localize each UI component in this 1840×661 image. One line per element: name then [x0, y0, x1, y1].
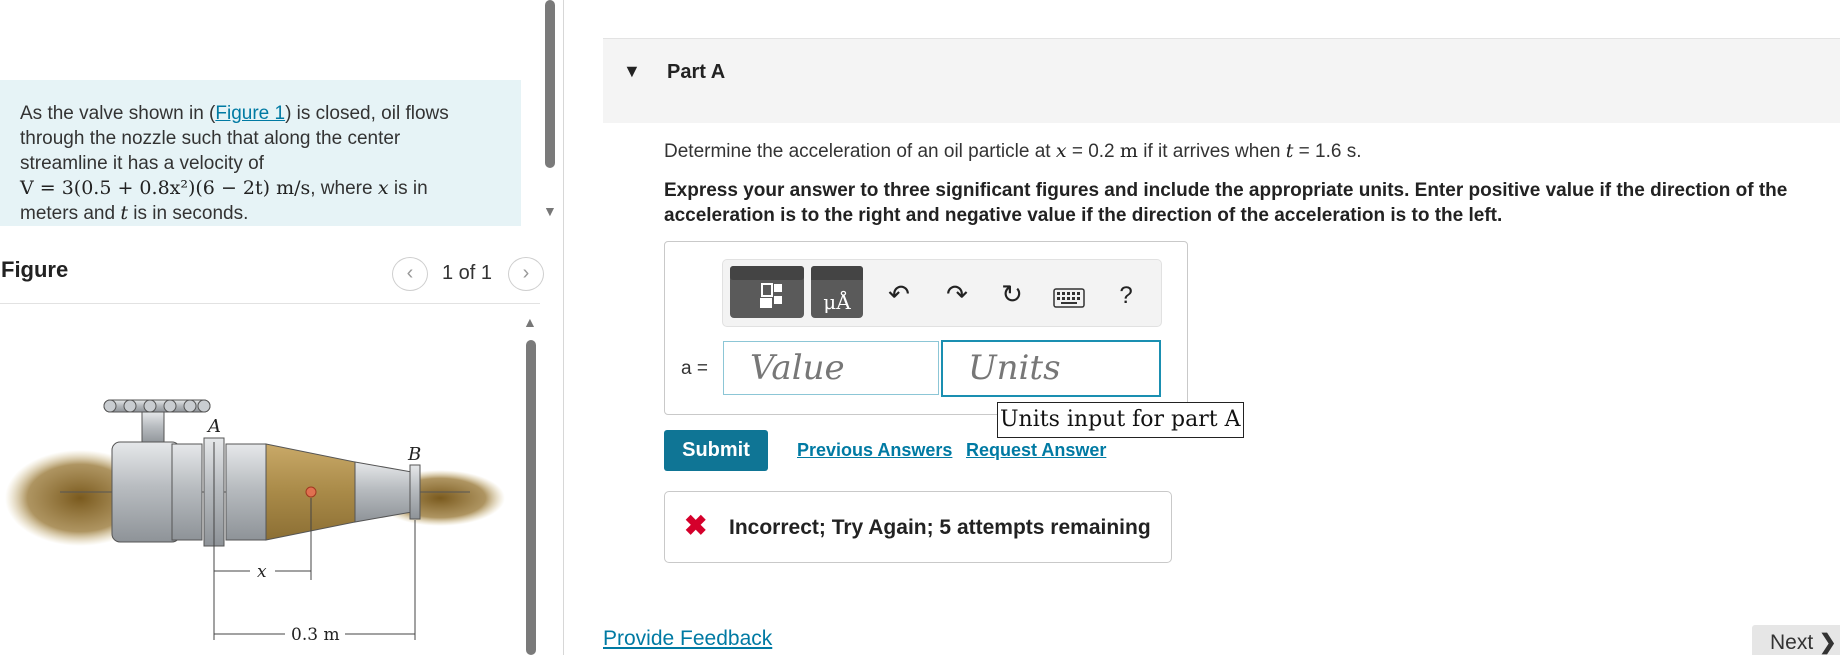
undo-icon[interactable]: ↶: [882, 279, 916, 310]
templates-button[interactable]: [730, 266, 804, 318]
request-answer-link[interactable]: Request Answer: [966, 440, 1106, 461]
figure-link[interactable]: Figure 1: [215, 103, 285, 124]
label-a: A: [206, 416, 221, 437]
part-title[interactable]: Part A: [667, 61, 725, 84]
units-tooltip: Units input for part A: [997, 402, 1244, 438]
part-header[interactable]: [603, 38, 1840, 123]
value-input[interactable]: Value: [723, 341, 939, 395]
previous-answers-link[interactable]: Previous Answers: [797, 440, 952, 461]
help-icon[interactable]: ?: [1109, 282, 1143, 310]
keyboard-icon[interactable]: [1053, 288, 1085, 313]
next-figure-button[interactable]: ›: [508, 257, 544, 291]
previous-figure-button[interactable]: ‹: [392, 257, 428, 291]
label-b: B: [407, 444, 421, 465]
valve-nozzle-figure: A B x 0.3 m: [5, 399, 505, 645]
next-button[interactable]: Next ❯: [1752, 625, 1840, 655]
instructions: Express your answer to three significant…: [664, 180, 1788, 226]
problem-text-3: , where: [310, 178, 378, 199]
scroll-down-arrow-icon[interactable]: ▼: [543, 203, 557, 219]
submit-button[interactable]: Submit: [664, 430, 768, 471]
left-pane-scrollbar[interactable]: [545, 0, 555, 168]
pane-divider[interactable]: [563, 0, 564, 655]
question-unit-m: m: [1119, 140, 1138, 162]
label-x: x: [257, 562, 267, 582]
velocity-formula: V = 3(0.5 + 0.8x²)(6 − 2t) m/s: [20, 177, 311, 199]
units-input[interactable]: Units: [941, 340, 1161, 397]
question-text: Determine the acceleration of an oil par…: [664, 140, 1362, 163]
collapse-caret-icon[interactable]: ▼: [623, 61, 641, 82]
reset-icon[interactable]: ↻: [995, 279, 1029, 310]
units-tool-label: μÅ: [823, 290, 851, 314]
question-eq-1: = 0.2: [1066, 141, 1120, 162]
figure-pager: 1 of 1: [442, 262, 493, 284]
problem-text-5: is in seconds.: [127, 203, 249, 224]
question-x: x: [1055, 140, 1067, 162]
figure-title: Figure: [1, 257, 69, 282]
answer-variable-label: a =: [681, 358, 708, 379]
incorrect-x-icon: ✖: [684, 510, 708, 541]
chevron-left-icon: ‹: [406, 262, 414, 284]
next-label: Next: [1770, 631, 1814, 654]
problem-text-1: As the valve shown in (: [20, 103, 216, 124]
figure-scrollbar[interactable]: [526, 340, 536, 655]
question-part-1: Determine the acceleration of an oil par…: [664, 141, 1056, 162]
valve-body: [111, 441, 181, 543]
question-part-2: if it arrives when: [1137, 141, 1286, 162]
provide-feedback-link[interactable]: Provide Feedback: [603, 627, 772, 651]
units-tool-button[interactable]: μÅ: [811, 266, 863, 318]
feedback-message: Incorrect; Try Again; 5 attempts remaini…: [729, 516, 1151, 539]
var-t: t: [120, 202, 128, 224]
figure-divider: [0, 303, 540, 304]
question-eq-2: = 1.6 s.: [1293, 141, 1362, 162]
var-x: x: [377, 177, 389, 199]
figure-scroll-up-icon[interactable]: ▲: [523, 314, 537, 330]
label-distance: 0.3 m: [291, 625, 340, 645]
problem-statement: As the valve shown in (Figure 1) is clos…: [20, 101, 490, 226]
oil-particle: [305, 486, 317, 498]
chevron-right-icon: ›: [522, 262, 530, 284]
chevron-right-icon: ❯: [1819, 631, 1837, 654]
redo-icon[interactable]: ↷: [940, 279, 974, 310]
templates-icon: [730, 266, 804, 308]
